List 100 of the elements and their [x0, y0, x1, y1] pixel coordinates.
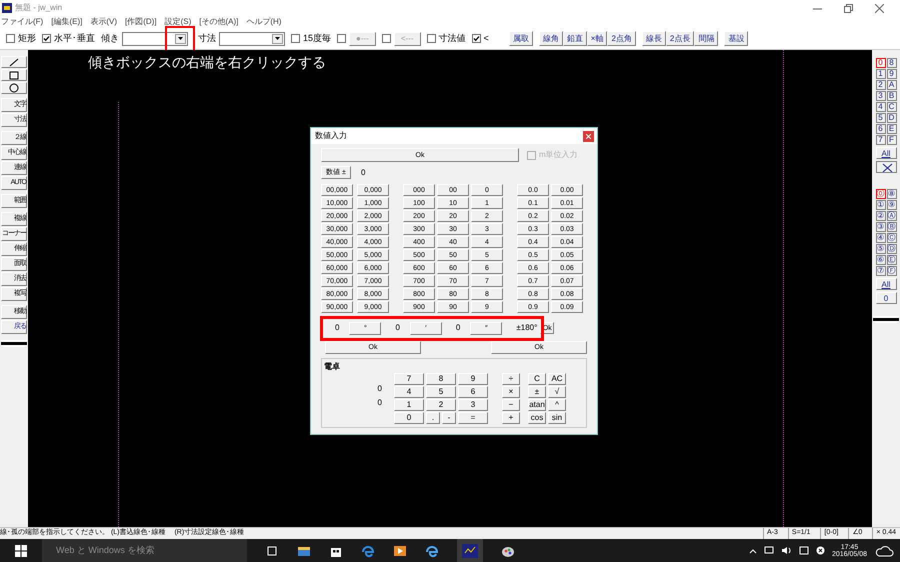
tool-button[interactable]: 基設 [724, 31, 748, 46]
layer-button[interactable]: ⑤ [876, 244, 886, 254]
keypad-button[interactable]: + [502, 412, 520, 424]
layer-button[interactable]: 8 [886, 58, 896, 68]
layer-button[interactable]: 7 [876, 135, 886, 145]
browser-icon[interactable] [425, 544, 439, 558]
layer-button[interactable]: 3 [876, 91, 886, 101]
keypad-button[interactable]: C [528, 373, 546, 385]
windows-logo-icon[interactable] [15, 544, 27, 556]
tool-button[interactable]: 線長 [642, 31, 666, 46]
layer-button[interactable]: F [886, 135, 896, 145]
keypad-button[interactable]: 6 [458, 386, 488, 398]
combo-field[interactable] [122, 32, 188, 46]
menu-item[interactable]: ファイル(F) [1, 16, 44, 28]
layer-button[interactable]: ⑧ [886, 189, 896, 199]
layer-button[interactable]: ④ [876, 233, 886, 243]
keypad-button[interactable]: 3 [458, 399, 488, 411]
keypad-button[interactable]: 8 [426, 373, 456, 385]
keypad-button[interactable]: - [442, 412, 456, 424]
layer-button[interactable]: Ⓒ [886, 233, 896, 243]
chevron-up-icon[interactable] [748, 548, 757, 554]
close-button[interactable] [583, 130, 594, 142]
layer-button[interactable]: Ⓕ [886, 266, 896, 276]
keypad-button[interactable]: cos [528, 412, 546, 424]
all-layers-button[interactable]: All [876, 278, 896, 290]
cloud-icon[interactable] [874, 544, 894, 558]
tool-button[interactable]: 間隔 [694, 31, 718, 46]
tool-button[interactable]: 2点長 [666, 31, 694, 46]
checkbox[interactable] [6, 34, 15, 43]
search-field[interactable]: Web と Windows を検索 [42, 539, 247, 562]
combo-field[interactable] [219, 32, 285, 46]
keypad-button[interactable]: ÷ [502, 373, 520, 385]
layer-button[interactable]: 5 [876, 113, 886, 123]
tool-button[interactable]: ×軸 [586, 31, 608, 46]
keypad-button[interactable]: × [502, 386, 520, 398]
line-tool-button[interactable] [1, 56, 27, 68]
keypad-button[interactable]: 1 [394, 399, 424, 411]
menu-item[interactable]: [その他(A)] [199, 16, 238, 28]
layer-button[interactable]: 4 [876, 102, 886, 112]
layer-button[interactable]: A [886, 80, 896, 90]
menu-item[interactable]: ヘルプ(H) [246, 16, 282, 28]
browser-icon[interactable] [361, 544, 375, 558]
menu-item[interactable]: 設定(S) [164, 16, 192, 28]
layer-button[interactable]: ③ [876, 222, 886, 232]
layer-button[interactable]: Ⓑ [886, 222, 896, 232]
layer-button[interactable]: 6 [876, 124, 886, 134]
cross-circle-icon[interactable] [816, 546, 825, 555]
tool-button[interactable]: 属取 [508, 31, 533, 46]
layer-button[interactable]: C [886, 102, 896, 112]
checkbox[interactable] [291, 34, 300, 43]
close-icon[interactable] [875, 4, 884, 12]
keypad-button[interactable]: 5 [426, 386, 456, 398]
layer-button[interactable]: 9 [886, 69, 896, 79]
cross-icon[interactable] [876, 161, 896, 173]
circle-tool-button[interactable] [1, 82, 27, 94]
checkbox[interactable] [42, 34, 51, 43]
layer-button[interactable]: 0 [876, 58, 886, 68]
keypad-button[interactable]: 4 [394, 386, 424, 398]
all-layers-button[interactable]: All [876, 147, 896, 159]
keypad-button[interactable]: = [458, 412, 488, 424]
restore-icon[interactable] [844, 4, 853, 12]
tool-button[interactable]: 線角 [538, 31, 563, 46]
keypad-button[interactable]: 2 [426, 399, 456, 411]
checkbox[interactable] [426, 34, 436, 43]
layer-button[interactable]: 1 [876, 69, 886, 79]
menu-item[interactable]: 表示(V) [90, 16, 117, 28]
menu-item[interactable]: [編集(E)] [51, 16, 82, 28]
media-icon[interactable] [393, 544, 407, 558]
layer-button[interactable]: Ⓓ [886, 244, 896, 254]
keypad-button[interactable]: 0 [394, 412, 424, 424]
layer-button[interactable]: ② [876, 211, 886, 221]
layer-button[interactable]: 2 [876, 80, 886, 90]
checkbox[interactable] [472, 34, 481, 43]
keypad-button[interactable]: − [502, 399, 520, 411]
layer-button[interactable]: ⑨ [886, 200, 896, 210]
keypad-button[interactable]: ^ [548, 399, 566, 411]
keypad-button[interactable]: ± [528, 386, 546, 398]
task-view-icon[interactable] [265, 544, 279, 558]
layer-button[interactable]: ① [876, 200, 886, 210]
layer-button[interactable]: B [886, 91, 896, 101]
keypad-button[interactable]: sin [548, 412, 566, 424]
tool-button[interactable]: 2点角 [607, 31, 636, 46]
layer-button[interactable]: D [886, 113, 896, 123]
keypad-button[interactable]: . [426, 412, 440, 424]
checkbox[interactable] [382, 34, 391, 43]
checkbox[interactable] [337, 34, 346, 43]
app-icon[interactable] [457, 539, 483, 562]
keypad-button[interactable]: AC [548, 373, 566, 385]
keypad-button[interactable]: 9 [458, 373, 488, 385]
keypad-button[interactable]: 7 [394, 373, 424, 385]
volume-icon[interactable] [780, 546, 792, 555]
layer-button[interactable]: E [886, 124, 896, 134]
rectangle-tool-button[interactable] [1, 69, 27, 81]
menu-item[interactable]: [作図(D)] [125, 16, 157, 28]
tool-button[interactable]: 鉛直 [562, 31, 587, 46]
keypad-button[interactable]: √ [548, 386, 566, 398]
layer-button[interactable]: Ⓔ [886, 255, 896, 265]
layer-button[interactable]: ⑦ [876, 266, 886, 276]
layer-button[interactable]: ⑥ [876, 255, 886, 265]
keypad-button[interactable]: atan [528, 399, 546, 411]
